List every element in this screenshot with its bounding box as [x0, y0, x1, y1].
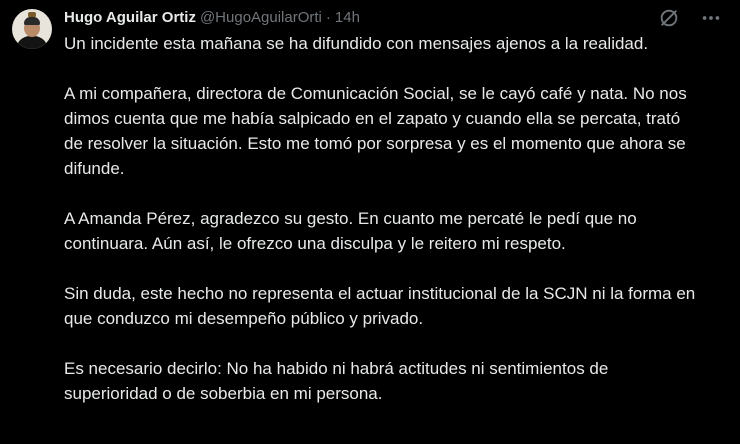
avatar-robe: [16, 36, 48, 49]
tweet-paragraph: Sin duda, este hecho no representa el ac…: [64, 284, 696, 328]
avatar[interactable]: [12, 9, 52, 49]
tweet[interactable]: Hugo Aguilar Ortiz @HugoAguilarOrti · 14…: [0, 0, 740, 444]
grok-icon[interactable]: [658, 7, 680, 29]
tweet-content: Hugo Aguilar Ortiz @HugoAguilarOrti · 14…: [64, 8, 728, 444]
author-name[interactable]: Hugo Aguilar Ortiz: [64, 8, 196, 28]
tweet-header: Hugo Aguilar Ortiz @HugoAguilarOrti · 14…: [64, 8, 728, 28]
tweet-paragraph: Un incidente esta mañana se ha difundido…: [64, 34, 649, 53]
separator-dot: ·: [325, 9, 331, 26]
tweet-paragraph: A mi compañera, directora de Comunicació…: [64, 84, 687, 178]
more-icon[interactable]: [700, 7, 722, 29]
tweet-paragraph: A Amanda Pérez, agradezco su gesto. En c…: [64, 209, 637, 253]
tweet-paragraph: Es necesario decirlo: No ha habido ni ha…: [64, 359, 609, 403]
author-handle[interactable]: @HugoAguilarOrti: [200, 8, 322, 28]
tweet-actions: [658, 7, 722, 29]
tweet-text: Un incidente esta mañana se ha difundido…: [64, 31, 728, 406]
timestamp[interactable]: 14h: [335, 8, 360, 28]
avatar-hair: [24, 17, 40, 25]
avatar-column: [12, 8, 64, 444]
